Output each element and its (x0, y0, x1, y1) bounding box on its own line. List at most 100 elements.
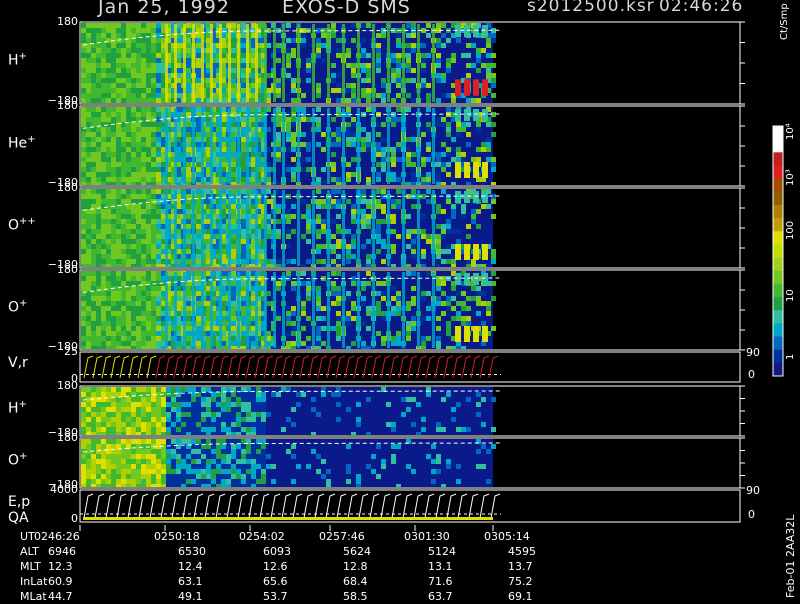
heatmap-cell (116, 83, 121, 88)
heatmap-cell (491, 132, 496, 137)
heatmap-streak (165, 108, 168, 184)
heatmap-cell (191, 469, 196, 474)
heatmap-blob (473, 244, 479, 260)
heatmap-cell (131, 311, 136, 316)
tick-ymax-p7: 180 (57, 431, 78, 444)
heatmap-cell (366, 182, 371, 185)
heatmap-cell (86, 53, 91, 58)
heatmap-cell (101, 98, 106, 103)
heatmap-cell (81, 474, 86, 479)
heatmap-cell (136, 454, 141, 459)
heatmap-cell (126, 306, 131, 311)
heatmap-cell (486, 122, 491, 127)
heatmap-cell (476, 264, 481, 267)
heatmap-cell (186, 127, 191, 132)
heatmap-cell (156, 301, 161, 306)
heatmap-cell (251, 484, 256, 487)
heatmap-cell (121, 234, 126, 239)
panel-label-p6: H+ (8, 399, 27, 417)
heatmap-cell (321, 167, 326, 172)
heatmap-cell (296, 464, 301, 469)
heatmap-cell (231, 78, 236, 83)
heatmap-cell (181, 474, 186, 479)
panel-label-p4: O+ (8, 298, 27, 316)
heatmap-cell (231, 172, 236, 177)
heatmap-cell (456, 479, 461, 484)
heatmap-cell (121, 177, 126, 182)
heatmap-cell (351, 93, 356, 98)
heatmap-cell (446, 346, 451, 349)
heatmap-cell (81, 484, 86, 487)
heatmap-cell (111, 117, 116, 122)
heatmap-cell (81, 137, 86, 142)
heatmap-cell (196, 33, 201, 38)
heatmap-cell (111, 68, 116, 73)
heatmap-cell (116, 407, 121, 412)
heatmap-cell (106, 306, 111, 311)
heatmap-cell (116, 484, 121, 487)
heatmap-cell (86, 234, 91, 239)
heatmap-cell (186, 177, 191, 182)
heatmap-cell (116, 412, 121, 417)
heatmap-cell (286, 316, 291, 321)
heatmap-cell (206, 427, 211, 432)
heatmap-cell (96, 254, 101, 259)
heatmap-cell (186, 336, 191, 341)
heatmap-cell (216, 397, 221, 402)
heatmap-cell (131, 127, 136, 132)
heatmap-cell (306, 117, 311, 122)
heatmap-cell (151, 449, 156, 454)
heatmap-cell (111, 88, 116, 93)
heatmap-streak (210, 108, 213, 184)
heatmap-cell (156, 28, 161, 33)
heatmap-streak (237, 24, 240, 102)
heatmap-cell (331, 219, 336, 224)
heatmap-cell (186, 162, 191, 167)
colorbar-tick: 10³ (785, 169, 796, 186)
heatmap-cell (411, 469, 416, 474)
heatmap-cell (216, 464, 221, 469)
heatmap-cell (121, 182, 126, 185)
colorbar-segment (773, 178, 783, 193)
heatmap-cell (121, 28, 126, 33)
heatmap-cell (241, 28, 246, 33)
heatmap-cell (241, 341, 246, 346)
heatmap-cell (336, 204, 341, 209)
heatmap-cell (231, 38, 236, 43)
heatmap-cell (121, 48, 126, 53)
heatmap-cell (106, 326, 111, 331)
heatmap-streak (255, 24, 258, 102)
heatmap-cell (196, 83, 201, 88)
heatmap-cell (301, 142, 306, 147)
heatmap-cell (156, 189, 161, 194)
heatmap-cell (396, 234, 401, 239)
heatmap-cell (231, 63, 236, 68)
heatmap-cell (116, 264, 121, 267)
heatmap-cell (86, 422, 91, 427)
heatmap-streak (372, 108, 375, 184)
heatmap-cell (146, 239, 151, 244)
heatmap-cell (151, 127, 156, 132)
heatmap-cell (476, 209, 481, 214)
heatmap-cell (121, 239, 126, 244)
heatmap-cell (111, 387, 116, 392)
heatmap-cell (121, 301, 126, 306)
heatmap-cell (126, 162, 131, 167)
heatmap-cell (246, 479, 251, 484)
heatmap-cell (176, 439, 181, 444)
heatmap-cell (426, 306, 431, 311)
heatmap-streak (219, 190, 222, 266)
heatmap-cell (351, 209, 356, 214)
heatmap-cell (156, 412, 161, 417)
heatmap-cell (141, 417, 146, 422)
heatmap-cell (441, 162, 446, 167)
heatmap-cell (196, 182, 201, 185)
panel-label-p2: He+ (8, 134, 36, 152)
heatmap-cell (126, 311, 131, 316)
heatmap-cell (156, 276, 161, 281)
heatmap-cell (141, 331, 146, 336)
heatmap-cell (146, 397, 151, 402)
heatmap-cell (456, 147, 461, 152)
heatmap-cell (146, 291, 151, 296)
heatmap-streak (387, 190, 390, 266)
